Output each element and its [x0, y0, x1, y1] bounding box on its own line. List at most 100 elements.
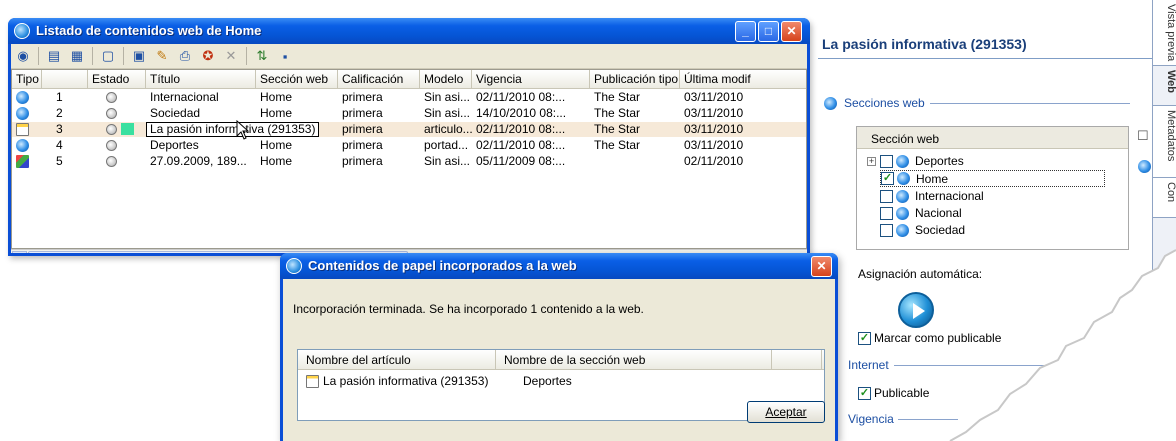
gallery-content-icon	[16, 155, 29, 168]
detail-view-icon[interactable]: ▦	[67, 46, 87, 66]
row-titulo: Internacional	[150, 90, 219, 104]
row-ultima: 03/11/2010	[684, 122, 744, 136]
row-titulo: Deportes	[150, 138, 199, 152]
dialog-client: Incorporación terminada. Se ha incorpora…	[283, 279, 835, 441]
row-ultima: 03/11/2010	[684, 106, 744, 120]
table-row[interactable]: 5 27.09.2009, 189... Home primera Sin as…	[12, 154, 806, 169]
mouse-cursor-icon	[236, 120, 250, 140]
row-vigencia: 02/11/2010 08:...	[476, 122, 566, 136]
listado-client: ◉ ▤ ▦ ▢ ▣ ✎ ⎙ ✪ ✕ ⇅ ▪ Tipo Estado Título…	[11, 44, 807, 253]
checkbox-checked[interactable]: ✓	[858, 386, 871, 400]
row-vigencia: 02/11/2010 08:...	[476, 138, 566, 152]
secciones-globe-icon	[824, 97, 837, 110]
col-sort[interactable]	[42, 70, 88, 89]
row-calificacion: primera	[342, 106, 383, 120]
toolbar-separator	[92, 47, 93, 65]
col-calificacion[interactable]: Calificación	[338, 70, 420, 89]
preview-icon[interactable]: ▢	[98, 46, 118, 66]
row-publicacion	[590, 154, 680, 169]
incorporados-dialog: Contenidos de papel incorporados a la we…	[280, 253, 838, 441]
col-nombre-articulo[interactable]: Nombre del artículo	[298, 350, 496, 370]
col-seccion-web[interactable]: Sección web	[256, 70, 338, 89]
estado-icon	[106, 108, 117, 119]
dialog-titlebar[interactable]: Contenidos de papel incorporados a la we…	[280, 253, 838, 279]
row-modelo: articulo...	[424, 122, 472, 136]
row-titulo-editing[interactable]: La pasión informativa (291353)	[146, 122, 320, 137]
table-row[interactable]: 2 Sociedad Home primera Sin asi... 14/10…	[12, 106, 806, 121]
col-modelo[interactable]: Modelo	[420, 70, 472, 89]
row-modelo: Sin asi...	[424, 154, 471, 168]
row-ultima: 03/11/2010	[684, 138, 744, 152]
list-item[interactable]: La pasión informativa (291353) Deportes	[298, 373, 572, 389]
row-calificacion: primera	[342, 122, 383, 136]
col-titulo[interactable]: Título	[146, 70, 256, 89]
dialog-close-button[interactable]: ✕	[811, 256, 832, 277]
status-color-box	[121, 123, 134, 135]
col-estado[interactable]: Estado	[88, 70, 146, 89]
export-icon[interactable]: ⇅	[252, 46, 272, 66]
screen: La pasión informativa (291353) Secciones…	[0, 0, 1176, 441]
save-icon[interactable]: ▪	[275, 46, 295, 66]
list-item-articulo: La pasión informativa (291353)	[323, 374, 489, 388]
close-button[interactable]: ✕	[781, 21, 802, 42]
incorporados-list: Nombre del artículo Nombre de la sección…	[297, 349, 825, 421]
minimize-button[interactable]: _	[735, 21, 756, 42]
delete-icon[interactable]: ✕	[221, 46, 241, 66]
checkbox-checked[interactable]: ✓	[858, 331, 871, 345]
aceptar-label: Aceptar	[765, 405, 807, 419]
app-globe-icon	[14, 23, 30, 39]
row-number: 1	[56, 90, 63, 104]
expand-icon[interactable]: +	[867, 156, 876, 166]
row-ultima: 03/11/2010	[684, 90, 744, 104]
web-content-icon	[16, 107, 29, 120]
globe-icon[interactable]: ◉	[13, 46, 33, 66]
edit-icon[interactable]: ✎	[152, 46, 172, 66]
table-row[interactable]: 4 Deportes Home primera portad... 02/11/…	[12, 138, 806, 153]
listado-window: Listado de contenidos web de Home _ □ ✕ …	[8, 18, 810, 256]
toolbar-separator	[38, 47, 39, 65]
row-vigencia: 02/11/2010 08:...	[476, 90, 566, 104]
row-vigencia: 05/11/2009 08:...	[476, 154, 566, 168]
col-tipo[interactable]: Tipo	[12, 70, 42, 89]
paper-content-icon	[16, 123, 29, 136]
row-number: 5	[56, 154, 63, 168]
paper-content-icon	[306, 374, 319, 388]
row-modelo: portad...	[424, 138, 469, 152]
grid-header: Tipo Estado Título Sección web Calificac…	[12, 70, 806, 89]
listado-title: Listado de contenidos web de Home	[36, 23, 262, 38]
row-calificacion: primera	[342, 138, 383, 152]
row-calificacion: primera	[342, 90, 383, 104]
properties-icon[interactable]: ▣	[129, 46, 149, 66]
estado-icon	[106, 140, 117, 151]
table-row-selected[interactable]: 3 La pasión informativa (291353) primera…	[12, 122, 806, 137]
col-vigencia[interactable]: Vigencia	[472, 70, 590, 89]
publish-icon[interactable]: ✪	[198, 46, 218, 66]
estado-icon	[106, 156, 117, 167]
maximize-button[interactable]: □	[758, 21, 779, 42]
row-titulo: Sociedad	[150, 106, 201, 120]
print-icon[interactable]: ⎙	[175, 46, 195, 66]
row-modelo: Sin asi...	[424, 106, 471, 120]
dialog-title: Contenidos de papel incorporados a la we…	[308, 258, 577, 273]
table-row[interactable]: 1 Internacional Home primera Sin asi... …	[12, 90, 806, 105]
list-view-icon[interactable]: ▤	[44, 46, 64, 66]
row-publicacion: The Star	[594, 106, 641, 120]
row-calificacion: primera	[342, 154, 383, 168]
row-number: 2	[56, 106, 63, 120]
col-publicacion-tipo[interactable]: Publicación tipo	[590, 70, 680, 89]
col-ultima-modif[interactable]: Última modif	[680, 70, 806, 89]
estado-icon	[106, 124, 117, 135]
row-publicacion: The Star	[594, 138, 641, 152]
col-nombre-seccion[interactable]: Nombre de la sección web	[496, 350, 772, 370]
dialog-app-icon	[286, 258, 302, 274]
toolbar-separator	[123, 47, 124, 65]
aceptar-button[interactable]: Aceptar	[747, 401, 825, 423]
torn-edge	[949, 249, 1176, 441]
estado-icon	[106, 92, 117, 103]
listado-titlebar[interactable]: Listado de contenidos web de Home _ □ ✕	[8, 18, 810, 44]
scroll-left-icon[interactable]: ◀	[12, 251, 27, 253]
toolbar-separator	[246, 47, 247, 65]
row-titulo: 27.09.2009, 189...	[150, 154, 247, 168]
row-vigencia: 14/10/2010 08:...	[476, 106, 567, 120]
col-empty	[772, 350, 822, 370]
